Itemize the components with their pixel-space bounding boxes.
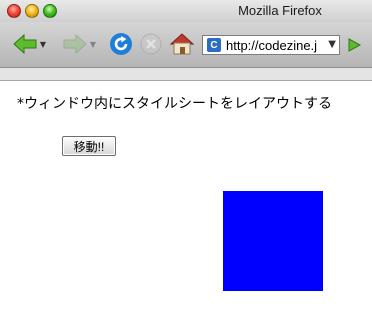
url-text[interactable]: http://codezine.j <box>226 38 322 53</box>
navigation-toolbar: ▼ ▼ C http://codezine.j ▼ <box>0 22 372 68</box>
site-favicon-icon: C <box>207 38 221 52</box>
home-icon <box>169 33 195 55</box>
reload-icon <box>110 33 132 55</box>
zoom-window-button[interactable] <box>43 4 57 18</box>
go-button[interactable] <box>344 35 364 55</box>
minimize-window-button[interactable] <box>25 4 39 18</box>
stop-button[interactable] <box>138 31 164 57</box>
forward-button[interactable]: ▼ <box>58 31 100 57</box>
address-bar[interactable]: C http://codezine.j ▼ <box>202 35 340 55</box>
page-heading: *ウィンドウ内にスタイルシートをレイアウトする <box>17 96 332 112</box>
title-bar: Mozilla Firefox <box>0 0 372 22</box>
url-history-dropdown-icon[interactable]: ▼ <box>328 39 336 50</box>
page-content: *ウィンドウ内にスタイルシートをレイアウトする 移動!! <box>0 81 372 315</box>
stop-icon <box>140 33 162 55</box>
go-arrow-icon <box>348 38 362 52</box>
window-title: Mozilla Firefox <box>238 3 322 18</box>
back-history-dropdown-icon[interactable]: ▼ <box>40 40 46 49</box>
home-button[interactable] <box>168 31 196 57</box>
blue-layer-box <box>223 191 323 291</box>
back-arrow-icon <box>13 33 37 55</box>
browser-window: Mozilla Firefox ▼ ▼ C http://codezine.j … <box>0 0 372 315</box>
bookmarks-strip <box>0 68 372 81</box>
forward-arrow-icon <box>63 33 87 55</box>
forward-history-dropdown-icon[interactable]: ▼ <box>90 40 96 49</box>
close-window-button[interactable] <box>7 4 21 18</box>
back-button[interactable]: ▼ <box>8 31 50 57</box>
move-button[interactable]: 移動!! <box>62 136 116 156</box>
reload-button[interactable] <box>108 31 134 57</box>
